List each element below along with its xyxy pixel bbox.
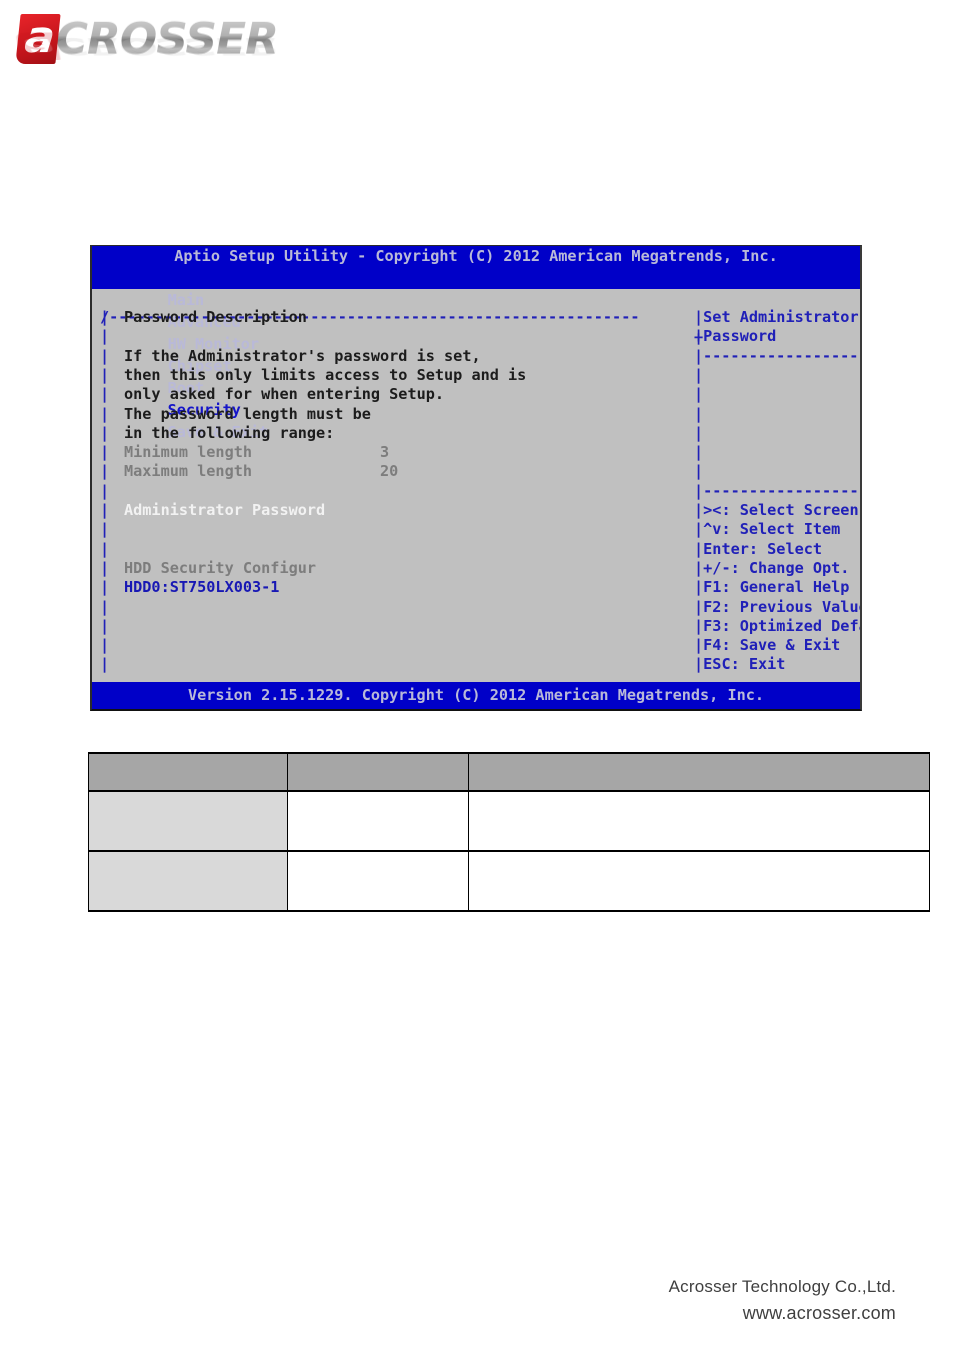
bios-content-area: /---------------------------------------… bbox=[92, 289, 860, 709]
footer-website: www.acrosser.com bbox=[742, 1303, 896, 1323]
navkey-line: |ESC: Exit bbox=[694, 655, 786, 673]
bios-help-row: |Password| bbox=[92, 327, 860, 346]
navkey-select-screen: ><: Select Screen bbox=[703, 501, 859, 519]
spec-table bbox=[88, 752, 930, 912]
navkey-line: |^v: Select Item bbox=[694, 520, 841, 538]
logo-crosser-text: CROSSER bbox=[55, 13, 279, 64]
bios-help-row: || bbox=[92, 347, 860, 366]
bios-help-row: || bbox=[92, 462, 860, 481]
page-footer: Acrosser Technology Co.,Ltd. www.acrosse… bbox=[669, 1274, 896, 1326]
navkey-enter-select: Enter: Select bbox=[703, 540, 823, 558]
navkey-line: |Enter: Select bbox=[694, 540, 823, 558]
help-panel-line: | bbox=[694, 462, 704, 480]
table-cell-feature-1 bbox=[88, 790, 288, 852]
bios-version-bar: Version 2.15.1229. Copyright (C) 2012 Am… bbox=[92, 682, 860, 709]
bios-setup-screenshot: Aptio Setup Utility - Copyright (C) 2012… bbox=[90, 245, 862, 711]
navkey-f3-optimized-defaults: F3: Optimized Defaults bbox=[703, 617, 860, 635]
bios-title: Aptio Setup Utility - Copyright (C) 2012… bbox=[92, 246, 860, 267]
bios-help-row: || bbox=[92, 366, 860, 385]
table-header-cell-1 bbox=[88, 752, 288, 792]
table-cell-feature-2 bbox=[88, 850, 288, 912]
acrosser-logo: aCROSSER aCROSSER bbox=[15, 8, 318, 96]
bios-help-row: |Set Administrator| bbox=[92, 308, 860, 327]
navkey-line: |><: Select Screen bbox=[694, 501, 859, 519]
navkey-f4-save-exit: F4: Save & Exit bbox=[703, 636, 841, 654]
navkey-line: |F1: General Help bbox=[694, 578, 850, 596]
footer-company-name: Acrosser Technology Co.,Ltd. bbox=[668, 1277, 896, 1296]
bios-help-divider: |------------------------| bbox=[92, 482, 860, 501]
table-cell-description-2 bbox=[468, 850, 930, 912]
bios-navkey-row: |><: Select Screen| bbox=[92, 501, 860, 520]
bios-navkey-row: |F4: Save & Exit| bbox=[92, 636, 860, 655]
table-row bbox=[88, 850, 930, 912]
bios-navkey-row: |F2: Previous Values| bbox=[92, 598, 860, 617]
bios-frame-top: /---------------------------------------… bbox=[92, 289, 860, 365]
help-panel-line: | bbox=[694, 347, 704, 365]
table-cell-description-1 bbox=[468, 790, 930, 852]
navkey-line: |+/-: Change Opt. bbox=[694, 559, 850, 577]
help-panel-line: |Set Administrator bbox=[694, 308, 859, 326]
help-panel-line: | bbox=[694, 405, 704, 423]
navkey-line: |F4: Save & Exit bbox=[694, 636, 841, 654]
bios-help-row: || bbox=[92, 424, 860, 443]
table-header-cell-2 bbox=[287, 752, 469, 792]
help-divider-line: |------------------------| bbox=[694, 482, 860, 500]
help-panel-line: | bbox=[694, 366, 704, 384]
bios-navkey-row: |Enter: Select| bbox=[92, 540, 860, 559]
table-header-cell-3 bbox=[468, 752, 930, 792]
bios-navkey-row: |ESC: Exit| bbox=[92, 655, 860, 674]
help-panel-line: | bbox=[694, 424, 704, 442]
table-row bbox=[88, 790, 930, 852]
logo-wordmark: a CROSSER bbox=[15, 12, 279, 64]
bios-help-row: || bbox=[92, 385, 860, 404]
navkey-select-item: ^v: Select Item bbox=[703, 520, 841, 538]
navkey-line: |F3: Optimized Defaults bbox=[694, 617, 860, 636]
logo-a-mark: a bbox=[15, 12, 61, 64]
table-cell-option-1 bbox=[287, 790, 469, 852]
navkey-line: |F2: Previous Values bbox=[694, 598, 862, 617]
navkey-f2-previous-values: F2: Previous Values bbox=[703, 598, 862, 616]
table-header-row bbox=[88, 752, 930, 792]
help-text-password: Password bbox=[703, 327, 777, 345]
navkey-esc-exit: ESC: Exit bbox=[703, 655, 786, 673]
navkey-change-opt: +/-: Change Opt. bbox=[703, 559, 850, 577]
table-cell-option-2 bbox=[287, 850, 469, 912]
bios-navkey-row: |^v: Select Item| bbox=[92, 520, 860, 539]
bios-navkey-row: |F1: General Help| bbox=[92, 578, 860, 597]
help-panel-line: | bbox=[694, 385, 704, 403]
navkey-f1-general-help: F1: General Help bbox=[703, 578, 850, 596]
bios-menu-bar: Main Advanced HW Monitor Chipset Boot Se… bbox=[92, 267, 860, 441]
help-text-set-administrator: Set Administrator bbox=[703, 308, 859, 326]
bios-help-row: || bbox=[92, 443, 860, 462]
bios-help-row: || bbox=[92, 405, 860, 424]
help-panel-line: | bbox=[694, 443, 704, 461]
bios-navkey-row: |+/-: Change Opt.| bbox=[92, 559, 860, 578]
help-panel-line: |Password bbox=[694, 327, 777, 345]
bios-navkey-row: |F3: Optimized Defaults| bbox=[92, 617, 860, 636]
